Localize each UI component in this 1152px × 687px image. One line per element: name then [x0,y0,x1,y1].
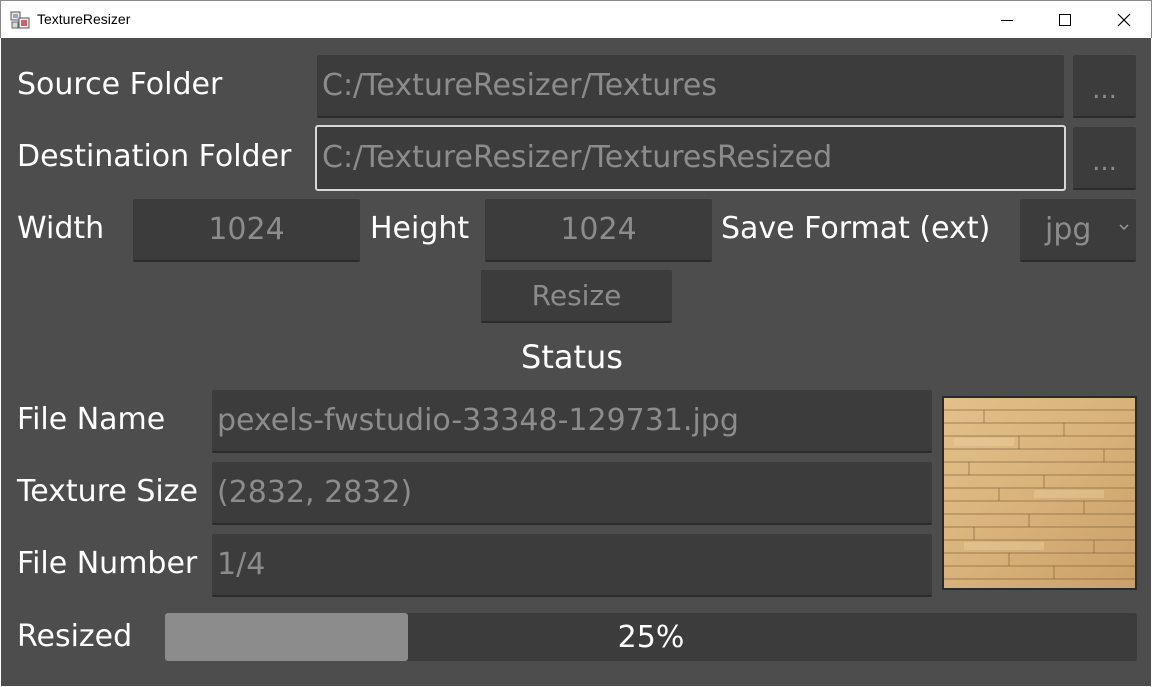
close-icon [1117,13,1131,27]
texture-size-label: Texture Size [17,474,198,509]
wood-texture-image [944,398,1135,588]
minimize-button[interactable] [978,1,1036,39]
source-folder-input[interactable]: C:/TextureResizer/Textures [317,55,1064,118]
height-input[interactable]: 1024 [485,199,712,262]
resize-button[interactable]: Resize [481,270,672,323]
save-format-label: Save Format (ext) [721,211,991,246]
file-name-label: File Name [17,402,166,437]
source-folder-label: Source Folder [17,67,223,102]
width-label: Width [17,211,105,246]
texture-preview-image [942,396,1137,590]
app-icon [10,11,30,29]
resize-progress-bar: 25% [165,613,1137,661]
main-panel: Source Folder C:/TextureResizer/Textures… [1,38,1151,686]
maximize-icon [1059,14,1071,26]
destination-folder-input[interactable]: C:/TextureResizer/TexturesResized [315,125,1066,191]
close-button[interactable] [1095,1,1152,39]
file-name-field: pexels-fwstudio-33348-129731.jpg [212,390,932,453]
save-format-value: jpg [1045,212,1092,247]
chevron-down-icon [1119,224,1129,231]
minimize-icon [1001,20,1013,21]
progress-percent-text: 25% [617,619,685,655]
window-title: TextureResizer [37,11,131,27]
destination-browse-button[interactable]: ... [1073,127,1136,190]
file-number-label: File Number [17,546,198,581]
resized-label: Resized [17,619,133,654]
save-format-select[interactable]: jpg [1020,199,1136,262]
status-heading: Status [521,338,623,376]
source-browse-button[interactable]: ... [1073,55,1136,118]
texture-size-field: (2832, 2832) [212,462,932,525]
destination-folder-label: Destination Folder [17,139,292,174]
height-label: Height [370,211,470,246]
width-input[interactable]: 1024 [133,199,360,262]
maximize-button[interactable] [1036,1,1094,39]
file-number-field: 1/4 [212,534,932,597]
title-bar[interactable]: TextureResizer [0,0,1152,38]
